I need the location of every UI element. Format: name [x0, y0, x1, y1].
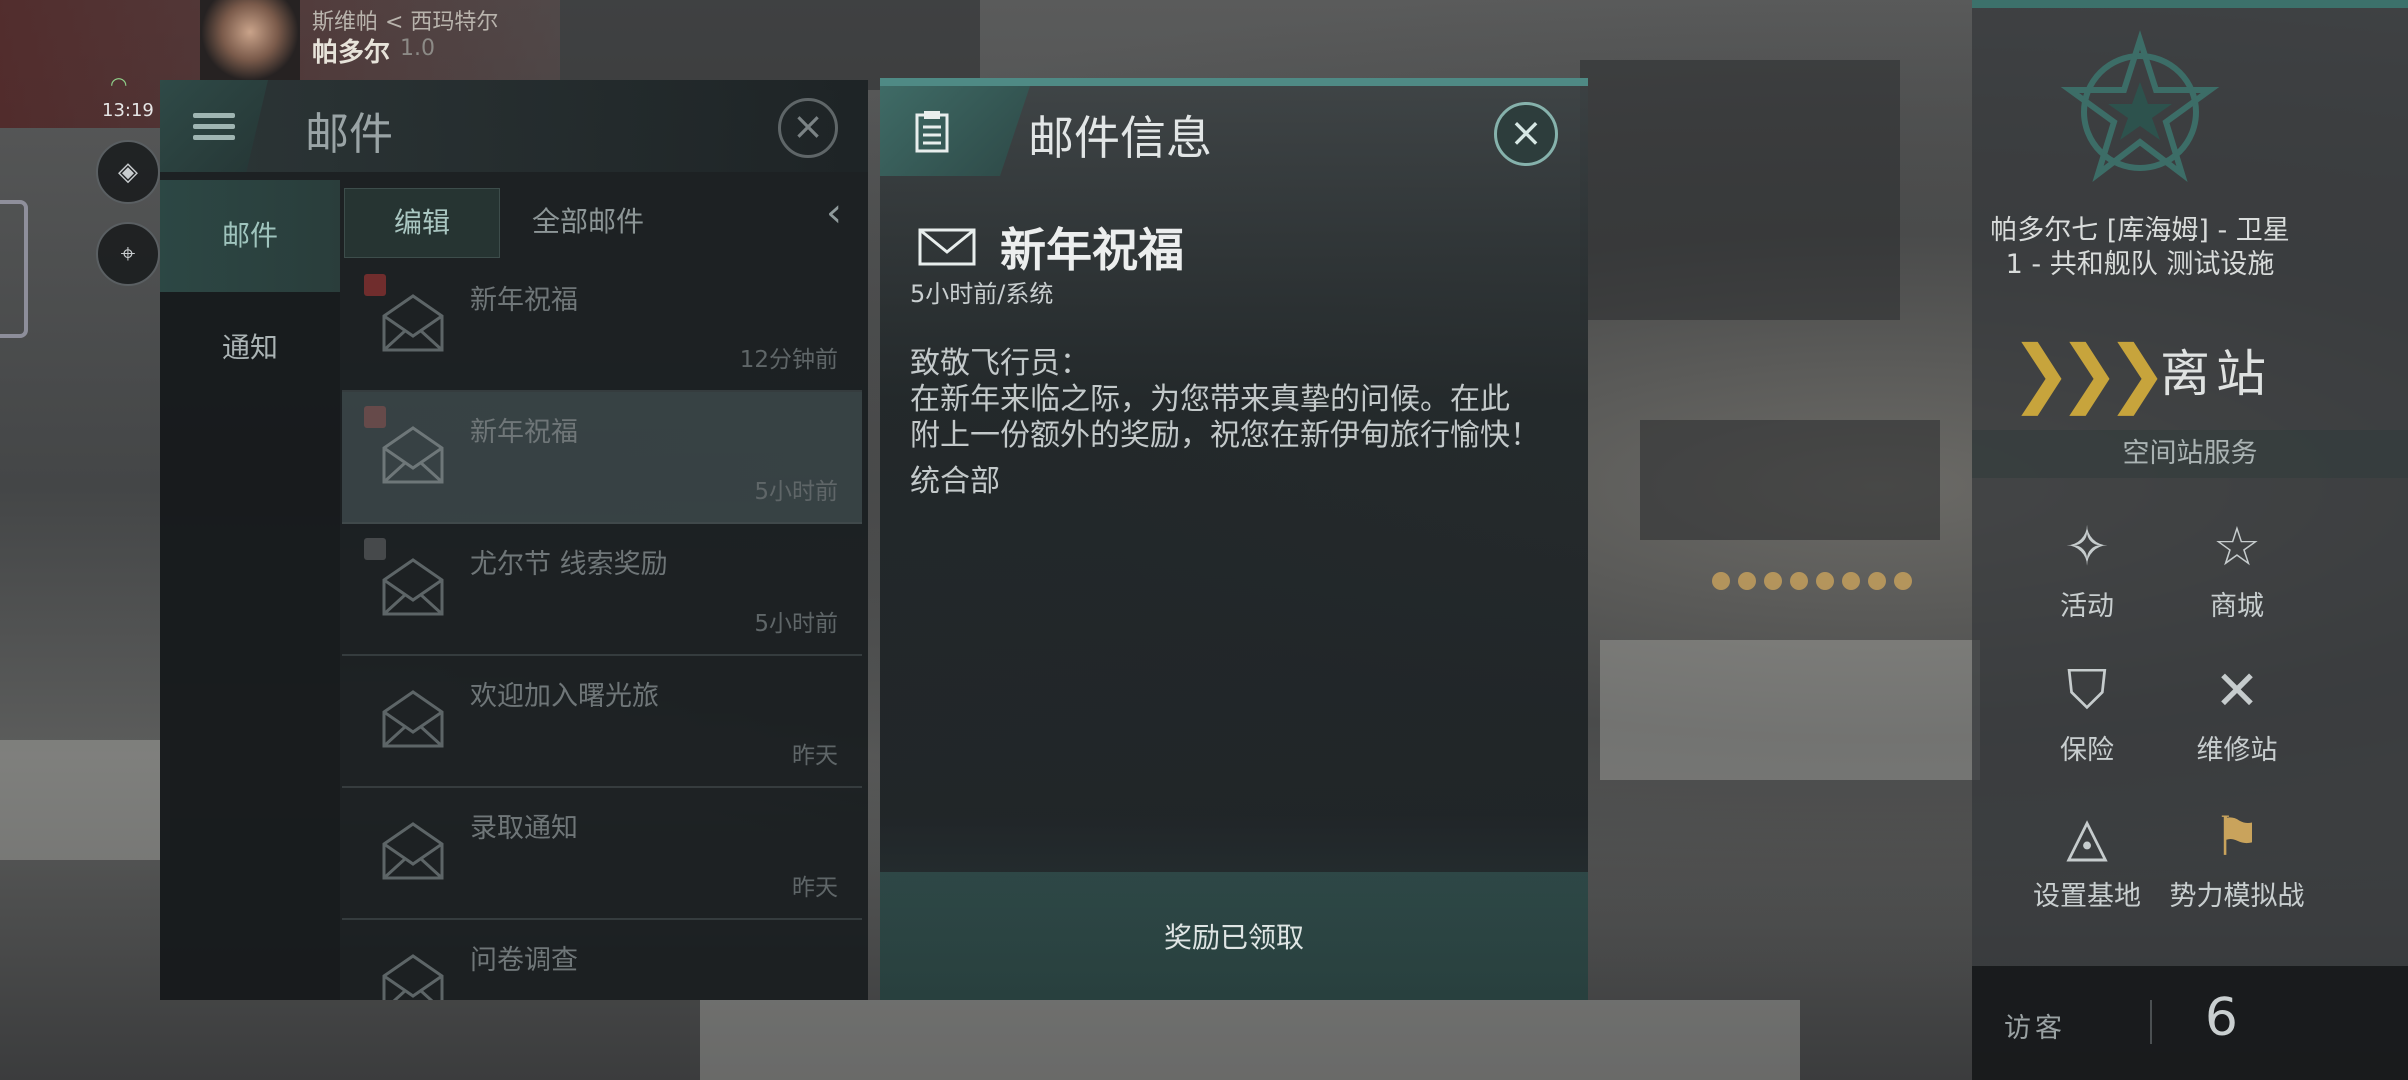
all-mail-filter[interactable]: 全部邮件	[532, 188, 644, 256]
envelope-icon	[382, 294, 444, 352]
mail-item-time: 5小时前	[754, 479, 838, 505]
pilot-security: 1.0	[400, 36, 435, 61]
service-insurance[interactable]: ⛉ 保险	[2012, 652, 2162, 767]
party-popper-icon: ✧	[2064, 514, 2110, 578]
hamburger-icon	[193, 107, 235, 146]
mail-panel: 邮件 × 邮件 通知 编辑 全部邮件 ‹ 新年祝福 12分钟前 新年祝福 5小时…	[160, 80, 868, 1000]
mail-item-time: 昨天	[792, 875, 838, 901]
envelope-icon	[918, 228, 976, 266]
mail-item-title: 新年祝福	[470, 285, 578, 316]
visitor-label: 访客	[2004, 1013, 2066, 1044]
mail-item-time: 昨天	[792, 743, 838, 769]
envelope-icon	[382, 426, 444, 484]
mail-list-item[interactable]: 录取通知 昨天	[342, 788, 862, 920]
mail-body-line: 附上一份额外的奖励，祝您在新伊甸旅行愉快！	[910, 418, 1540, 453]
mail-item-title: 录取通知	[470, 813, 578, 844]
accent-line	[880, 78, 1588, 86]
document-badge	[880, 86, 1030, 176]
station-location-line2: 1 - 共和舰队 测试设施	[2005, 249, 2275, 280]
visitor-count: 6	[2204, 988, 2238, 1048]
edit-button[interactable]: 编辑	[344, 188, 500, 258]
mail-toolbar: 编辑 全部邮件 ‹	[342, 180, 862, 260]
location-pin-icon[interactable]: ⌖	[96, 222, 160, 286]
mail-detail-title: 邮件信息	[1028, 111, 1212, 165]
mail-subject: 新年祝福	[1000, 223, 1184, 277]
star-shop-icon: ☆	[2212, 514, 2262, 578]
service-label: 保险	[2060, 735, 2114, 766]
envelope-icon	[382, 690, 444, 748]
mail-list: 编辑 全部邮件 ‹ 新年祝福 12分钟前 新年祝福 5小时前 尤尔节 线索奖励 …	[342, 180, 862, 1000]
envelope-icon	[382, 822, 444, 880]
service-repair[interactable]: ✕ 维修站	[2162, 652, 2312, 767]
mail-body-line: 在新年来临之际，为您带来真挚的问候。在此	[910, 382, 1510, 417]
close-detail-button[interactable]: ×	[1494, 102, 1558, 166]
crossed-flags-icon: ⚑	[2212, 804, 2262, 868]
service-events[interactable]: ✧ 活动	[2012, 508, 2162, 623]
station-sidebar: 帕多尔七 [库海姆] - 卫星 1 - 共和舰队 测试设施 ❯❯❯ 离站 空间站…	[1972, 0, 2408, 1080]
collapse-chevron-icon[interactable]: ‹	[826, 190, 842, 236]
mail-item-title: 尤尔节 线索奖励	[470, 549, 668, 580]
close-mail-panel-button[interactable]: ×	[778, 98, 838, 158]
visitor-bar[interactable]: 访客 6	[1972, 966, 2408, 1080]
mail-item-title: 欢迎加入曙光旅	[470, 681, 659, 712]
reward-claimed-label: 奖励已领取	[1163, 921, 1304, 954]
wrench-icon: ✕	[2214, 658, 2260, 722]
mail-detail-panel: 邮件信息 × 新年祝福 5小时前/系统 致敬飞行员： 在新年来临之际，为您带来真…	[880, 78, 1588, 1000]
menu-button[interactable]	[160, 80, 268, 172]
mail-detail-header: 邮件信息 ×	[880, 86, 1588, 176]
service-label: 势力模拟战	[2169, 881, 2305, 912]
service-faction-war[interactable]: ⚑ 势力模拟战	[2162, 798, 2312, 913]
mail-item-title: 问卷调查	[470, 945, 578, 976]
base-icon: ◬	[2066, 804, 2108, 868]
faction-emblem-icon	[2060, 30, 2220, 183]
left-edge-hex-icon[interactable]	[0, 200, 28, 338]
service-label: 活动	[2060, 591, 2114, 622]
station-services-title: 空间站服务	[1972, 430, 2408, 478]
envelope-icon	[382, 954, 444, 1000]
reward-status-bar: 奖励已领取	[880, 872, 1588, 1000]
wifi-icon: ◠	[110, 72, 128, 96]
mail-body: 致敬飞行员： 在新年来临之际，为您带来真挚的问候。在此 附上一份额外的奖励，祝您…	[910, 346, 1570, 500]
mail-body-line: 致敬飞行员：	[910, 346, 1090, 381]
mail-header: 邮件 ×	[160, 80, 868, 172]
undock-button[interactable]: ❯❯❯ 离站	[1972, 312, 2408, 424]
mail-item-title: 新年祝福	[470, 417, 578, 448]
clock-time: 13:19	[102, 100, 154, 121]
category-notice-tab[interactable]: 通知	[160, 292, 340, 404]
mail-list-item[interactable]: 问卷调查	[342, 920, 862, 1000]
pilot-name: 帕多尔	[312, 38, 391, 68]
mail-item-time: 5小时前	[754, 611, 838, 637]
shield-icon: ⛉	[2066, 658, 2108, 721]
mail-panel-title: 邮件	[305, 109, 393, 160]
mail-meta: 5小时前/系统	[910, 280, 1054, 308]
mail-item-time: 12分钟前	[739, 347, 838, 373]
category-mail-tab[interactable]: 邮件	[160, 180, 340, 292]
envelope-icon	[382, 558, 444, 616]
service-shop[interactable]: ☆ 商城	[2162, 508, 2312, 623]
mail-list-item-selected[interactable]: 新年祝福 5小时前	[342, 392, 862, 524]
sidebar-accent	[1972, 0, 2408, 8]
service-label: 维修站	[2196, 735, 2278, 766]
service-base[interactable]: ◬ 设置基地	[2012, 798, 2162, 913]
layers-icon[interactable]: ◈	[96, 140, 160, 204]
chevrons-icon: ❯❯❯	[2010, 330, 2168, 416]
mail-list-item[interactable]: 尤尔节 线索奖励 5小时前	[342, 524, 862, 656]
mail-list-item[interactable]: 新年祝福 12分钟前	[342, 260, 862, 392]
mail-category-list: 邮件 通知	[160, 180, 340, 1000]
service-label: 设置基地	[2033, 881, 2141, 912]
mail-signature: 统合部	[910, 464, 1000, 499]
mail-list-item[interactable]: 欢迎加入曙光旅 昨天	[342, 656, 862, 788]
service-label: 商城	[2210, 591, 2264, 622]
divider	[2150, 1000, 2152, 1044]
undock-label: 离站	[2160, 345, 2272, 403]
document-icon	[915, 111, 949, 153]
pilot-avatar[interactable]	[200, 0, 300, 80]
